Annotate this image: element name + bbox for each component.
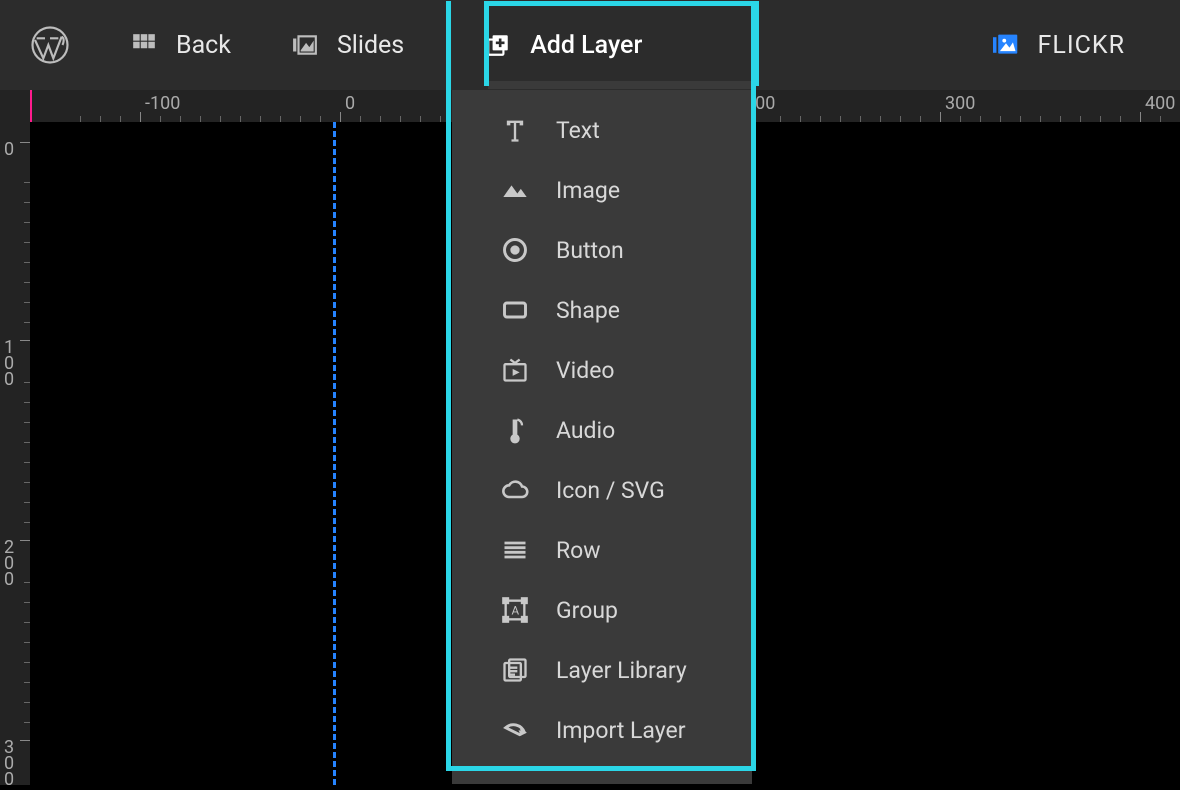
flickr-image-icon [992,31,1020,59]
ruler-vertical[interactable]: 0 100 200 300 [0,122,30,785]
dropdown-item-group[interactable]: A Group [452,580,752,640]
back-button[interactable]: Back [110,0,251,90]
dropdown-item-label: Text [556,117,600,144]
ruler-v-tick-label: 0 [4,142,14,158]
dropdown-item-label: Button [556,237,624,264]
ruler-origin-marker [30,90,32,122]
add-layer-icon [484,31,512,59]
add-layer-button[interactable]: Add Layer [444,0,692,90]
image-icon [500,175,530,205]
group-icon: A [500,595,530,625]
cloud-icon [500,475,530,505]
ruler-h-tick-label: -100 [145,93,180,114]
dropdown-item-label: Group [556,597,618,624]
shape-icon [500,295,530,325]
dropdown-item-label: Layer Library [556,657,687,684]
ruler-h-tick-label: 300 [945,93,975,114]
import-icon [500,715,530,745]
slides-icon [291,31,319,59]
dropdown-item-layer-library[interactable]: Layer Library [452,640,752,700]
add-layer-dropdown: Text Image Button Shape Video Audio Ic [452,90,752,784]
video-icon [500,355,530,385]
row-icon [500,535,530,565]
ruler-corner [0,90,30,122]
dropdown-item-label: Import Layer [556,717,686,744]
dropdown-item-image[interactable]: Image [452,160,752,220]
dropdown-item-label: Icon / SVG [556,477,665,504]
flickr-button[interactable]: FLICKR [972,0,1145,90]
dropdown-item-label: Video [556,357,615,384]
dropdown-item-audio[interactable]: Audio [452,400,752,460]
text-icon [500,115,530,145]
wordpress-logo-icon[interactable] [30,25,70,65]
dropdown-item-button[interactable]: Button [452,220,752,280]
dropdown-item-icon-svg[interactable]: Icon / SVG [452,460,752,520]
ruler-h-tick-label: 400 [1145,93,1175,114]
dropdown-item-label: Row [556,537,601,564]
dropdown-item-label: Image [556,177,620,204]
ruler-h-tick-label: 0 [345,93,355,114]
slides-button[interactable]: Slides [271,0,424,90]
slides-label: Slides [337,31,404,60]
dropdown-item-shape[interactable]: Shape [452,280,752,340]
dropdown-item-import-layer[interactable]: Import Layer [452,700,752,760]
audio-icon [500,415,530,445]
svg-text:A: A [512,604,520,618]
add-layer-label: Add Layer [530,31,642,60]
top-toolbar: Back Slides Add Layer [0,0,1180,90]
grid-icon [130,31,158,59]
library-icon [500,655,530,685]
flickr-label: FLICKR [1038,31,1125,60]
dropdown-item-row[interactable]: Row [452,520,752,580]
dropdown-item-label: Shape [556,297,620,324]
dropdown-item-text[interactable]: Text [452,100,752,160]
back-label: Back [176,31,231,60]
dropdown-item-label: Audio [556,417,615,444]
dropdown-item-video[interactable]: Video [452,340,752,400]
canvas-guide-vertical[interactable] [333,122,336,785]
button-icon [500,235,530,265]
